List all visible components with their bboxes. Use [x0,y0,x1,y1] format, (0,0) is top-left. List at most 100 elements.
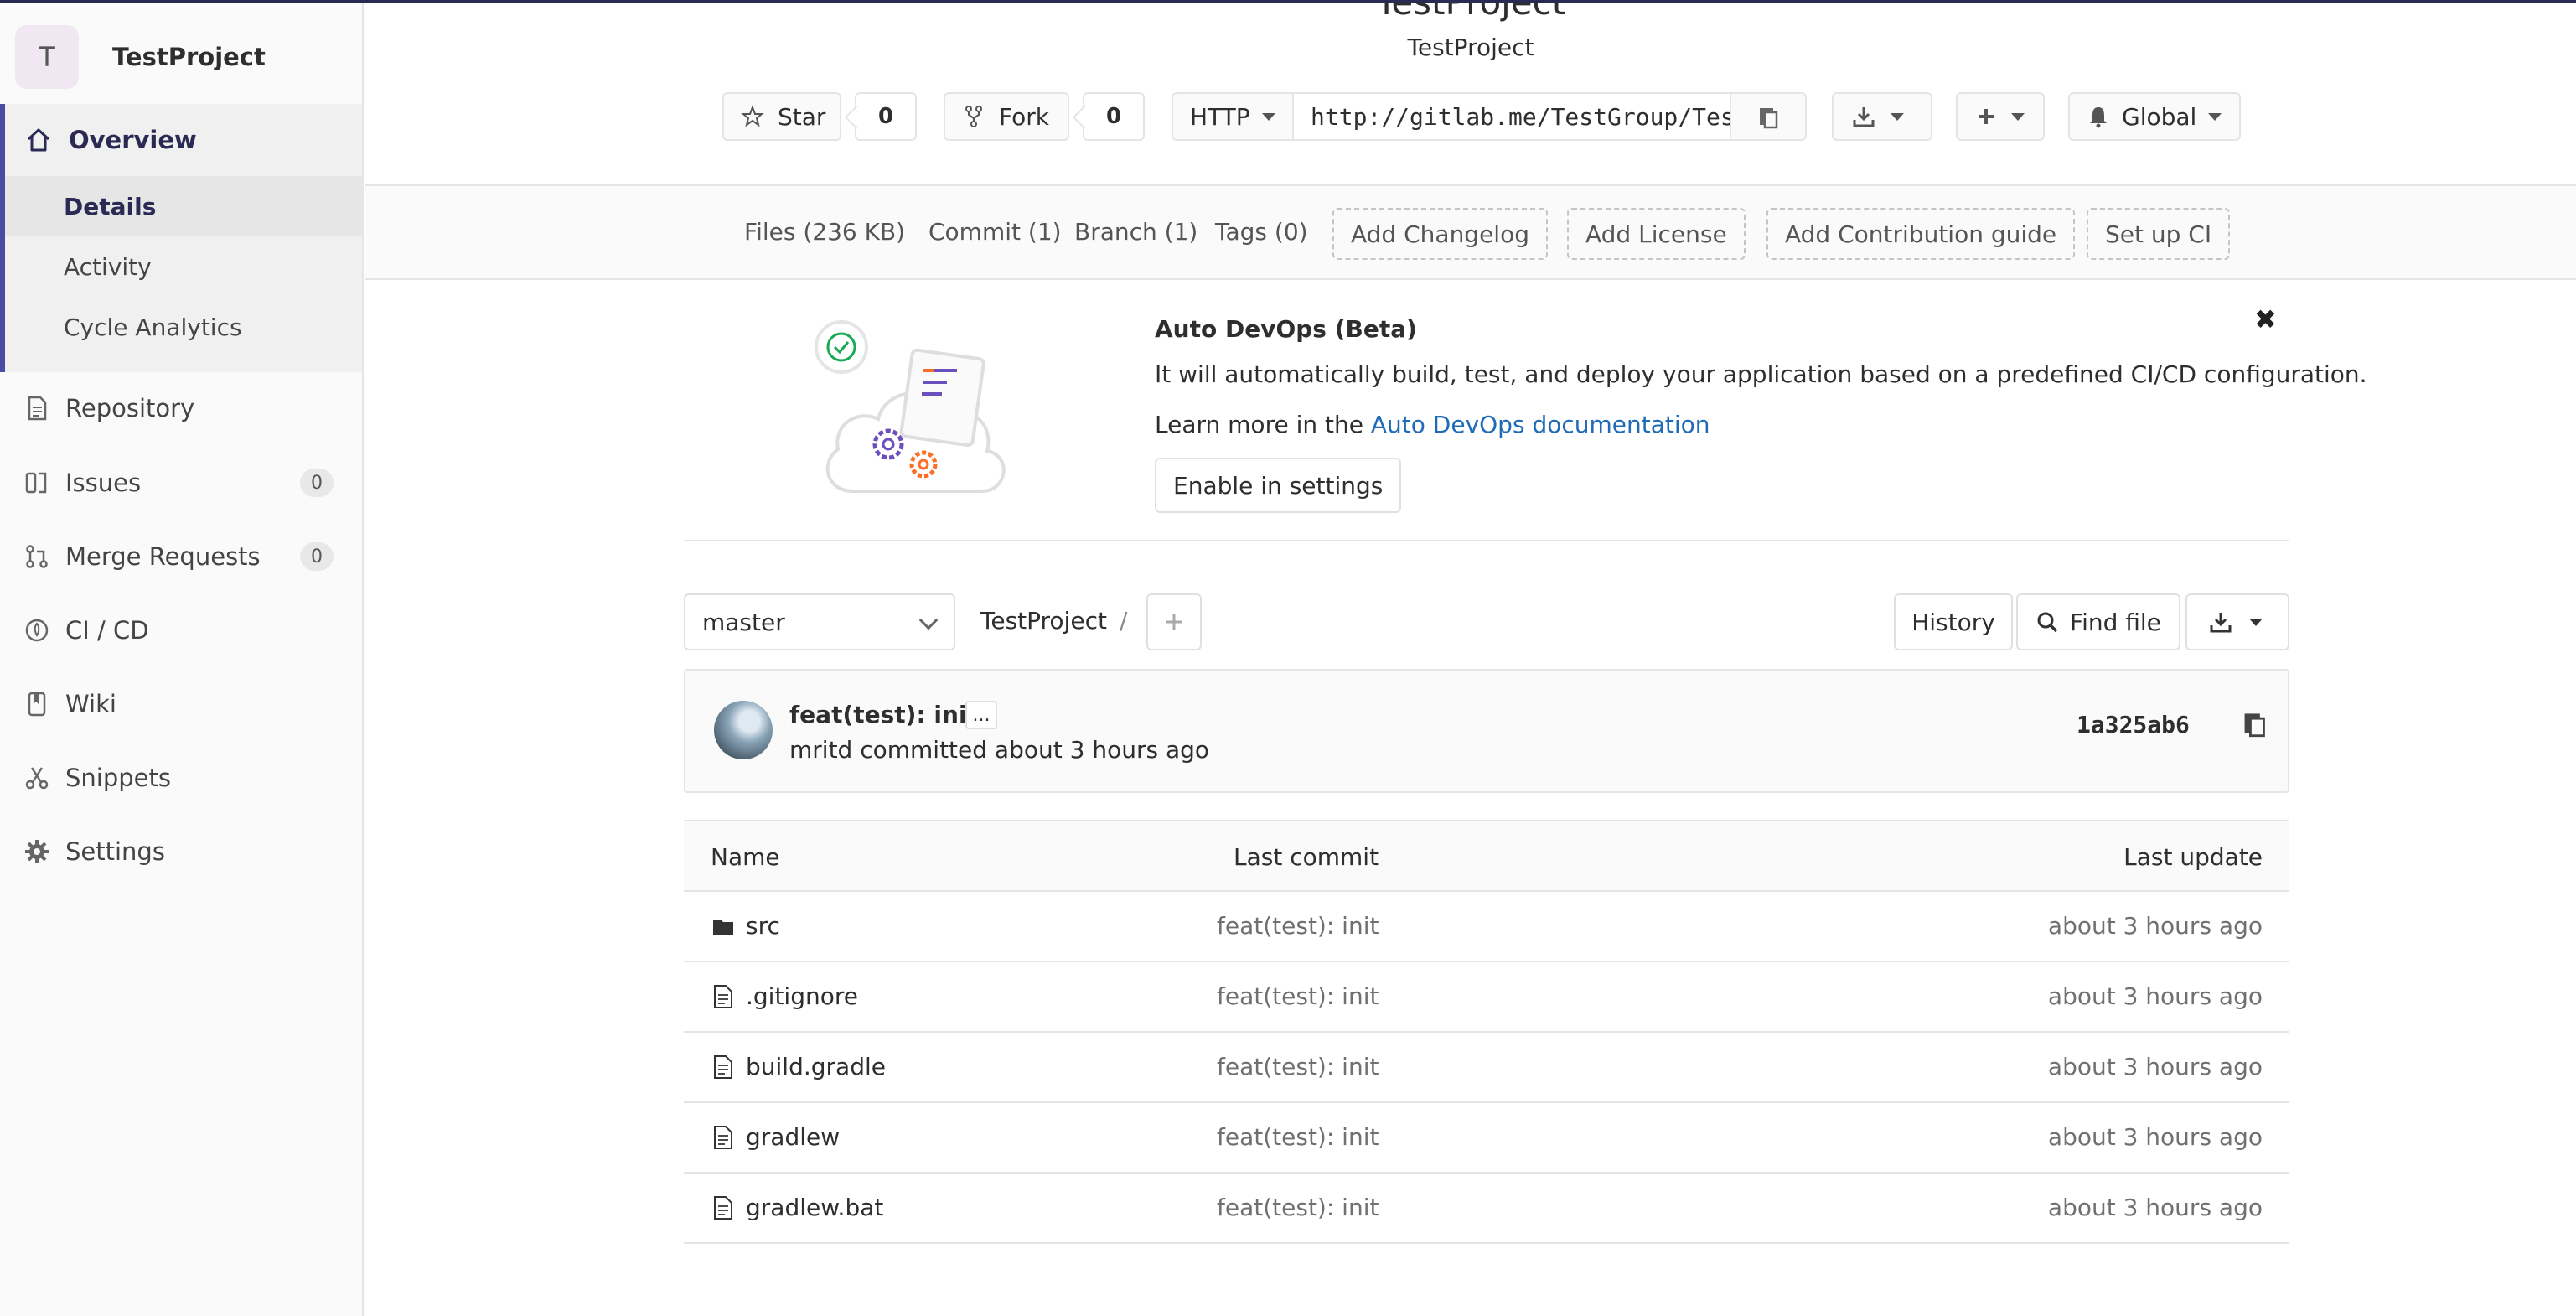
table-header: Name Last commit Last update [684,820,2289,892]
main-content: TestProject TestProject Star 0 Fork 0 HT… [365,0,2576,1316]
file-last-commit[interactable]: feat(test): init [1217,1053,1379,1080]
fork-count[interactable]: 0 [1083,92,1145,141]
fork-button[interactable]: Fork [944,92,1069,141]
chevron-down-icon [918,610,939,630]
plus-icon [1166,614,1182,630]
copy-sha-icon[interactable] [2241,709,2268,739]
issues-icon [25,472,47,494]
project-avatar: T [15,25,79,89]
sidebar-item-wiki[interactable]: Wiki [0,667,362,741]
add-contribution-guide-button[interactable]: Add Contribution guide [1766,208,2076,260]
top-border [0,0,2576,3]
branch-label: master [702,608,785,636]
sidebar-overview-group: Overview Details Activity Cycle Analytic… [0,104,362,372]
sidebar-item-repository[interactable]: Repository [0,371,362,445]
fork-label: Fork [999,102,1049,131]
last-commit-panel: feat(test): init ... mritd committed abo… [684,669,2289,793]
sidebar-item-details[interactable]: Details [5,176,362,236]
sidebar-item-snippets[interactable]: Snippets [0,741,362,815]
table-row[interactable]: .gitignore feat(test): init about 3 hour… [684,962,2289,1033]
star-button[interactable]: Star [722,92,841,141]
find-file-button[interactable]: Find file [2016,593,2180,650]
caret-down-icon [1891,112,1904,121]
star-label: Star [778,102,826,131]
close-icon[interactable]: ✖ [2254,303,2277,335]
stat-files[interactable]: Files (236 KB) [744,218,905,246]
file-icon [714,1196,732,1220]
download-archive-dropdown[interactable] [2185,593,2289,650]
stat-tags[interactable]: Tags (0) [1215,218,1308,246]
sidebar-item-label: Settings [65,837,165,866]
file-name[interactable]: .gitignore [746,982,858,1010]
add-to-tree-button[interactable] [1146,593,1202,650]
table-row[interactable]: build.gradle feat(test): init about 3 ho… [684,1033,2289,1103]
sidebar: T TestProject Overview Details Activity … [0,0,364,1316]
file-name[interactable]: src [746,912,780,940]
folder-icon [713,920,733,935]
doc-icon [28,396,47,421]
new-item-dropdown[interactable] [1956,92,2045,141]
sidebar-item-activity[interactable]: Activity [5,236,362,297]
protocol-dropdown[interactable]: HTTP [1172,92,1296,141]
file-last-commit[interactable]: feat(test): init [1217,1194,1379,1221]
file-last-commit[interactable]: feat(test): init [1217,1123,1379,1151]
avatar[interactable] [714,701,773,759]
file-last-commit[interactable]: feat(test): init [1217,982,1379,1010]
sidebar-item-settings[interactable]: Settings [0,815,362,889]
sidebar-project-header[interactable]: T TestProject [15,25,266,89]
sidebar-item-label: Repository [65,394,195,422]
rocket-icon [25,619,49,642]
file-name[interactable]: gradlew.bat [746,1194,883,1221]
table-row[interactable]: gradlew feat(test): init about 3 hours a… [684,1103,2289,1174]
commit-sha[interactable]: 1a325ab6 [2077,711,2190,738]
sidebar-item-label: Snippets [65,764,171,792]
devops-description: It will automatically build, test, and d… [1155,360,2367,388]
caret-down-icon [2208,112,2222,121]
add-changelog-button[interactable]: Add Changelog [1332,208,1548,260]
download-dropdown[interactable] [1832,92,1932,141]
history-button[interactable]: History [1894,593,2013,650]
sidebar-item-overview[interactable]: Overview [5,104,362,176]
stat-commits[interactable]: Commit (1) [928,218,1062,246]
enable-in-settings-button[interactable]: Enable in settings [1155,458,1402,513]
sidebar-item-issues[interactable]: Issues 0 [0,446,362,520]
copy-url-button[interactable] [1730,92,1807,141]
star-count[interactable]: 0 [855,92,917,141]
file-tree-table: Name Last commit Last update src feat(te… [684,820,2289,1244]
file-name[interactable]: build.gradle [746,1053,886,1080]
devops-docs-link[interactable]: Auto DevOps documentation [1371,411,1710,438]
file-last-update: about 3 hours ago [2047,1123,2263,1151]
file-name[interactable]: gradlew [746,1123,840,1151]
branch-dropdown[interactable]: master [684,593,955,650]
commit-title[interactable]: feat(test): init [789,701,978,728]
gear-icon [25,840,49,863]
divider [684,540,2289,541]
star-icon [741,105,764,127]
clone-url-input[interactable]: http://gitlab.me/TestGroup/TestProject.g… [1292,92,1731,141]
sidebar-project-name: TestProject [112,43,266,71]
clipboard-icon [1760,108,1778,129]
add-license-button[interactable]: Add License [1567,208,1746,260]
table-row[interactable]: src feat(test): init about 3 hours ago [684,892,2289,962]
file-icon [714,985,732,1008]
sidebar-item-cycle-analytics[interactable]: Cycle Analytics [5,297,362,357]
sidebar-item-label: Issues [65,469,142,497]
breadcrumb[interactable]: TestProject [980,607,1107,635]
file-last-commit[interactable]: feat(test): init [1217,912,1379,940]
commit-expand-button[interactable]: ... [965,701,997,729]
setup-ci-button[interactable]: Set up CI [2087,208,2231,260]
project-subtitle: TestProject [1407,34,1534,61]
table-row[interactable]: gradlew.bat feat(test): init about 3 hou… [684,1174,2289,1244]
file-icon [714,1055,732,1079]
sidebar-item-merge-requests[interactable]: Merge Requests 0 [0,520,362,593]
notification-dropdown[interactable]: Global [2068,92,2241,141]
caret-down-icon [2249,618,2263,626]
fork-icon [965,106,982,127]
caret-down-icon [1261,112,1275,121]
sidebar-item-ci-cd[interactable]: CI / CD [0,593,362,667]
sidebar-item-label: Merge Requests [65,542,261,571]
download-icon [1853,107,1875,127]
stat-branches[interactable]: Branch (1) [1074,218,1197,246]
home-icon [27,128,50,152]
file-last-update: about 3 hours ago [2047,982,2263,1010]
